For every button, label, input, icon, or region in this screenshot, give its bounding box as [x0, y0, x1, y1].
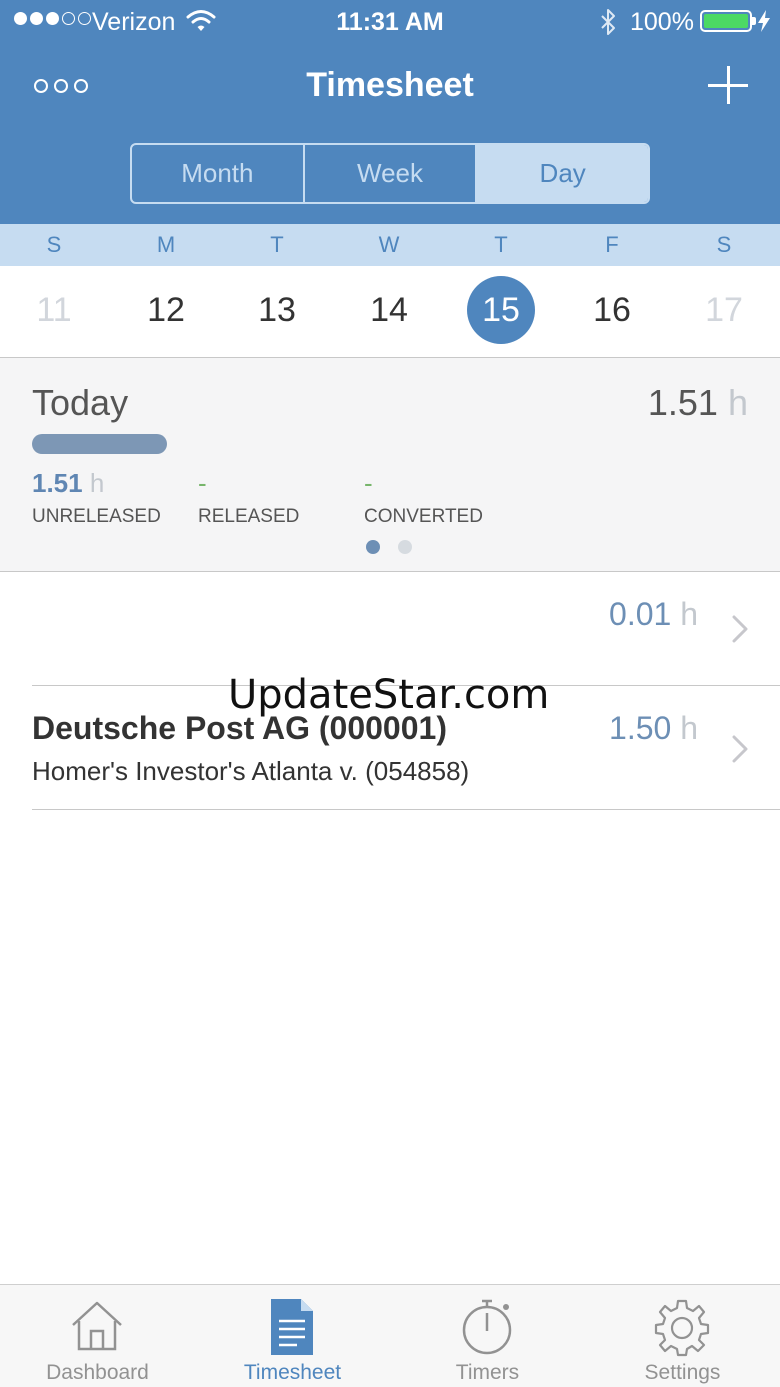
stopwatch-icon — [462, 1299, 512, 1355]
row-divider — [32, 809, 780, 810]
date-12[interactable]: 12 — [132, 276, 200, 344]
stat-value: 1.51 — [32, 468, 83, 498]
tab-label: Dashboard — [46, 1361, 149, 1384]
segment-month[interactable]: Month — [132, 145, 303, 202]
add-entry-button[interactable] — [708, 66, 748, 106]
tab-dashboard[interactable]: Dashboard — [0, 1285, 195, 1387]
page-dot-active — [366, 540, 380, 554]
stat-released: - RELEASED — [198, 468, 299, 528]
page-dot — [398, 540, 412, 554]
house-icon — [72, 1301, 122, 1351]
tab-timers[interactable]: Timers — [390, 1285, 585, 1387]
date-14[interactable]: 14 — [355, 276, 423, 344]
tab-bar: Dashboard Timesheet Timers Settings — [0, 1284, 780, 1387]
status-bar: Verizon 11:31 AM 100% — [0, 0, 780, 44]
entry-hours: 0.01 h — [609, 596, 698, 633]
date-13[interactable]: 13 — [243, 276, 311, 344]
date-16[interactable]: 16 — [578, 276, 646, 344]
stat-unreleased: 1.51 h UNRELEASED — [32, 468, 161, 528]
chevron-right-icon — [732, 615, 748, 643]
stat-label: UNRELEASED — [32, 506, 161, 527]
date-11[interactable]: 11 — [20, 276, 88, 344]
stat-value: - — [364, 468, 373, 498]
weekday-label: F — [605, 232, 619, 257]
segment-week[interactable]: Week — [302, 145, 476, 202]
tab-label: Timesheet — [243, 1361, 342, 1384]
nav-header: Verizon 11:31 AM 100% Timesheet Month We… — [0, 0, 780, 224]
weekday-label: S — [46, 232, 62, 257]
chevron-right-icon — [732, 735, 748, 763]
entry-hours-unit: h — [680, 596, 698, 632]
weekday-label: T — [494, 232, 508, 257]
summary-total-hours: 1.51 h — [648, 382, 748, 424]
document-icon — [271, 1299, 313, 1355]
gear-icon — [654, 1299, 710, 1357]
page-title: Timesheet — [306, 66, 474, 104]
week-date-strip: 11 12 13 14 15 16 17 — [0, 266, 780, 358]
weekday-label: T — [270, 232, 284, 257]
stat-label: CONVERTED — [364, 506, 483, 527]
view-segmented-control: Month Week Day — [130, 143, 650, 204]
watermark-text: UpdateStar.com — [228, 672, 550, 718]
entry-hours: 1.50 h — [609, 710, 698, 747]
tab-label: Timers — [455, 1361, 520, 1384]
weekday-label: S — [716, 232, 732, 257]
segment-day[interactable]: Day — [475, 145, 648, 202]
stat-unit: h — [89, 468, 105, 498]
total-hours-unit: h — [727, 382, 748, 423]
date-15-selected[interactable]: 15 — [467, 276, 535, 344]
entry-hours-value: 0.01 — [609, 596, 672, 632]
page-indicator[interactable] — [366, 540, 412, 554]
tab-settings[interactable]: Settings — [585, 1285, 780, 1387]
day-summary-panel[interactable]: Today 1.51 h 1.51 h UNRELEASED - RELEASE… — [0, 358, 780, 572]
entry-hours-unit: h — [680, 710, 698, 746]
bluetooth-icon — [601, 9, 615, 35]
stat-label: RELEASED — [198, 506, 300, 527]
charging-icon — [758, 10, 770, 32]
weekday-label: W — [378, 232, 400, 257]
hours-progress-bar — [32, 434, 167, 454]
stat-converted: - CONVERTED — [364, 468, 483, 528]
tab-label: Settings — [644, 1361, 721, 1384]
total-hours-value: 1.51 — [647, 382, 718, 423]
time-entry-row[interactable]: 0.01 h — [0, 572, 780, 686]
summary-title: Today — [32, 382, 129, 423]
entry-matter: Homer's Investor's Atlanta v. (054858) — [32, 756, 470, 786]
weekday-label: M — [156, 232, 176, 257]
battery-percentage: 100% — [630, 8, 694, 36]
weekday-header: S M T W T F S — [0, 224, 780, 266]
date-17[interactable]: 17 — [690, 276, 758, 344]
tab-timesheet[interactable]: Timesheet — [195, 1285, 390, 1387]
stat-value: - — [198, 468, 207, 498]
battery-icon — [700, 10, 756, 32]
entry-hours-value: 1.50 — [609, 710, 672, 746]
